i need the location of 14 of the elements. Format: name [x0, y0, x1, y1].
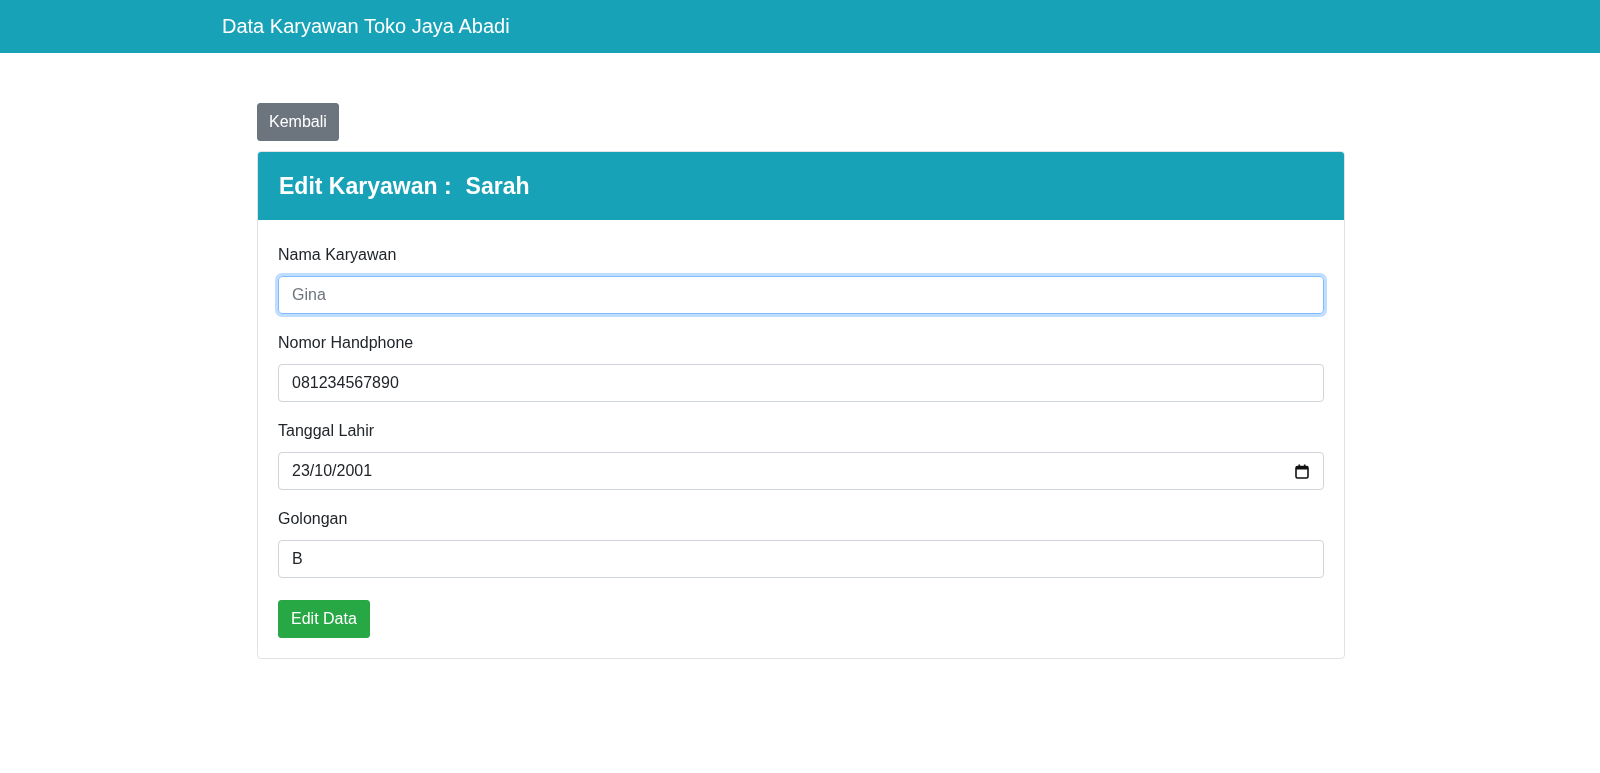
date-field[interactable]: 23/10/2001: [278, 452, 1324, 490]
calendar-icon[interactable]: [1295, 463, 1309, 479]
field-label: Nomor Handphone: [278, 334, 415, 352]
input-field[interactable]: 081234567890: [278, 364, 1324, 402]
input-field[interactable]: Gina: [278, 276, 1324, 314]
card-title: Edit Karyawan :: [279, 172, 452, 200]
edit-data-button[interactable]: Edit Data: [278, 600, 370, 638]
navbar-brand[interactable]: Data Karyawan Toko Jaya Abadi: [222, 15, 510, 38]
back-button[interactable]: Kembali: [257, 103, 339, 141]
field-label: Nama Karyawan: [278, 246, 398, 264]
input-field[interactable]: B: [278, 540, 1324, 578]
field-label: Tanggal Lahir: [278, 422, 376, 440]
employee-name: Sarah: [465, 172, 530, 200]
field-label: Golongan: [278, 510, 349, 528]
